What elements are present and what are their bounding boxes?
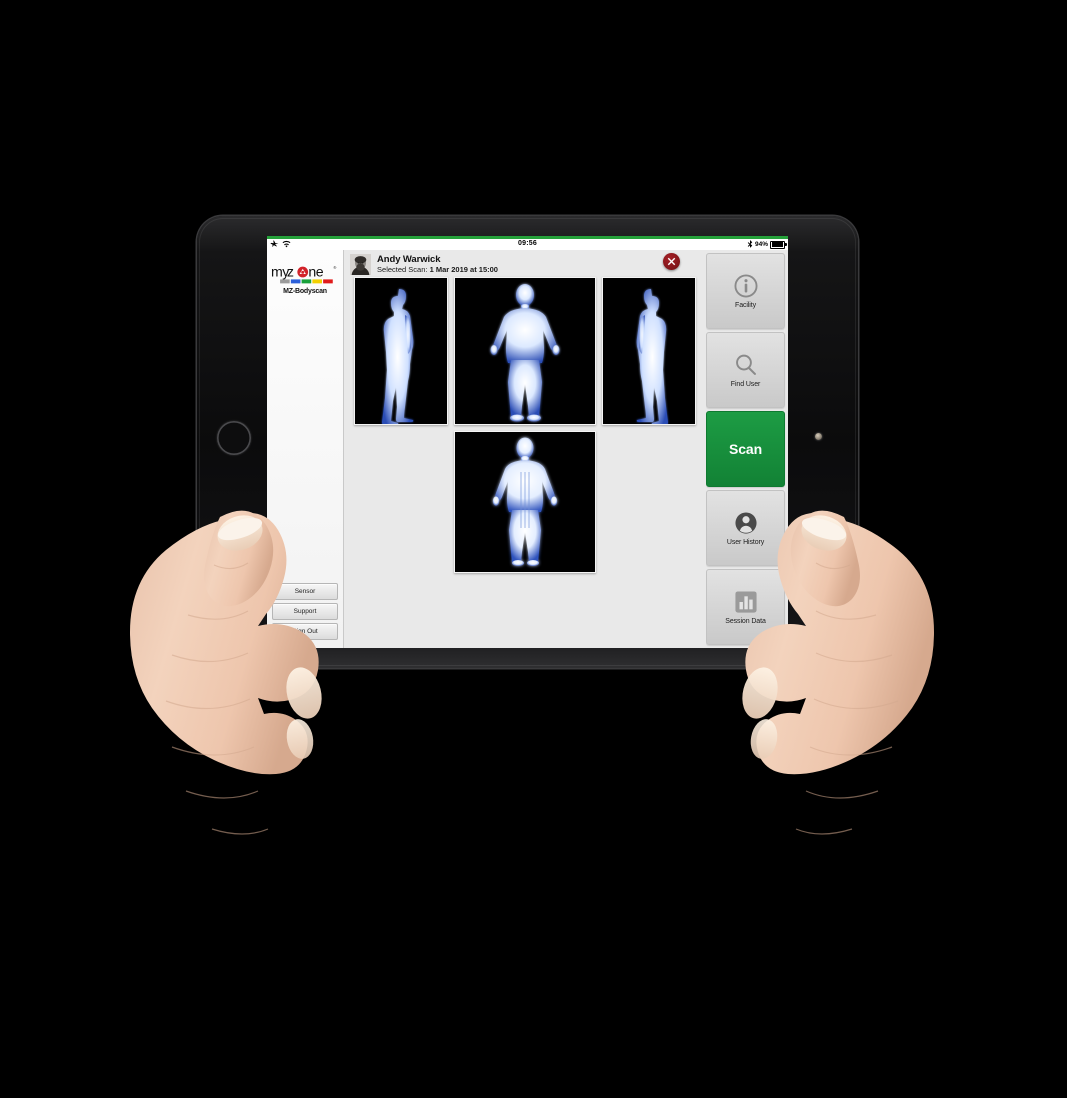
- selected-scan-label: Selected Scan:: [377, 265, 428, 275]
- scan-thumbnail-back[interactable]: [454, 431, 597, 573]
- close-icon: [667, 257, 676, 266]
- close-button[interactable]: [663, 253, 681, 270]
- selected-scan-info: Selected Scan: 1 Mar 2019 at 15:00: [377, 266, 498, 274]
- body-scan-side-left-image: [355, 278, 448, 424]
- body-scan-back-image: [455, 432, 596, 572]
- facility-button[interactable]: Facility: [706, 253, 785, 329]
- scan-label: Scan: [728, 441, 763, 457]
- status-bar: 09:56 94%: [267, 239, 788, 250]
- scan-button[interactable]: Scan: [706, 411, 785, 487]
- user-header: Andy Warwick Selected Scan: 1 Mar 2019 a…: [344, 250, 706, 277]
- battery-icon: [770, 240, 787, 249]
- main-content: Andy Warwick Selected Scan: 1 Mar 2019 a…: [344, 250, 707, 648]
- front-camera-dot: [815, 433, 822, 440]
- bluetooth-icon: [747, 240, 753, 248]
- scan-thumbnail-front[interactable]: [454, 277, 597, 425]
- scan-thumbnail-right-side[interactable]: [602, 277, 697, 425]
- body-scan-front-image: [455, 278, 596, 424]
- selected-scan-date: 1 Mar 2019 at 15:00: [429, 265, 498, 275]
- home-button[interactable]: [217, 421, 251, 455]
- search-icon: [735, 354, 756, 375]
- myzone-logo: my z ne ® MZ-Bodyscan: [271, 264, 339, 295]
- left-hand-photo: [130, 510, 322, 835]
- battery-percent-label: 94%: [754, 241, 768, 248]
- user-name: Andy Warwick: [377, 254, 441, 266]
- find-user-button[interactable]: Find User: [706, 332, 785, 408]
- user-avatar-photo: [350, 254, 372, 275]
- svg-text:z: z: [287, 265, 294, 281]
- right-hand-photo: [742, 510, 934, 835]
- info-circle-icon: [734, 274, 758, 298]
- body-scan-side-right-image: [603, 278, 696, 424]
- scan-gallery: [344, 277, 706, 573]
- wireframe-legs-mesh: [435, 872, 633, 1098]
- svg-text:ne: ne: [308, 265, 323, 281]
- svg-text:®: ®: [333, 265, 336, 270]
- status-bar-clock: 09:56: [518, 240, 537, 247]
- logo-tagline: MZ-Bodyscan: [283, 288, 327, 295]
- scan-thumbnail-left-side[interactable]: [354, 277, 449, 425]
- facility-label: Facility: [735, 302, 756, 309]
- find-user-label: Find User: [730, 381, 761, 388]
- myzone-wordmark-icon: my z ne ®: [271, 265, 336, 284]
